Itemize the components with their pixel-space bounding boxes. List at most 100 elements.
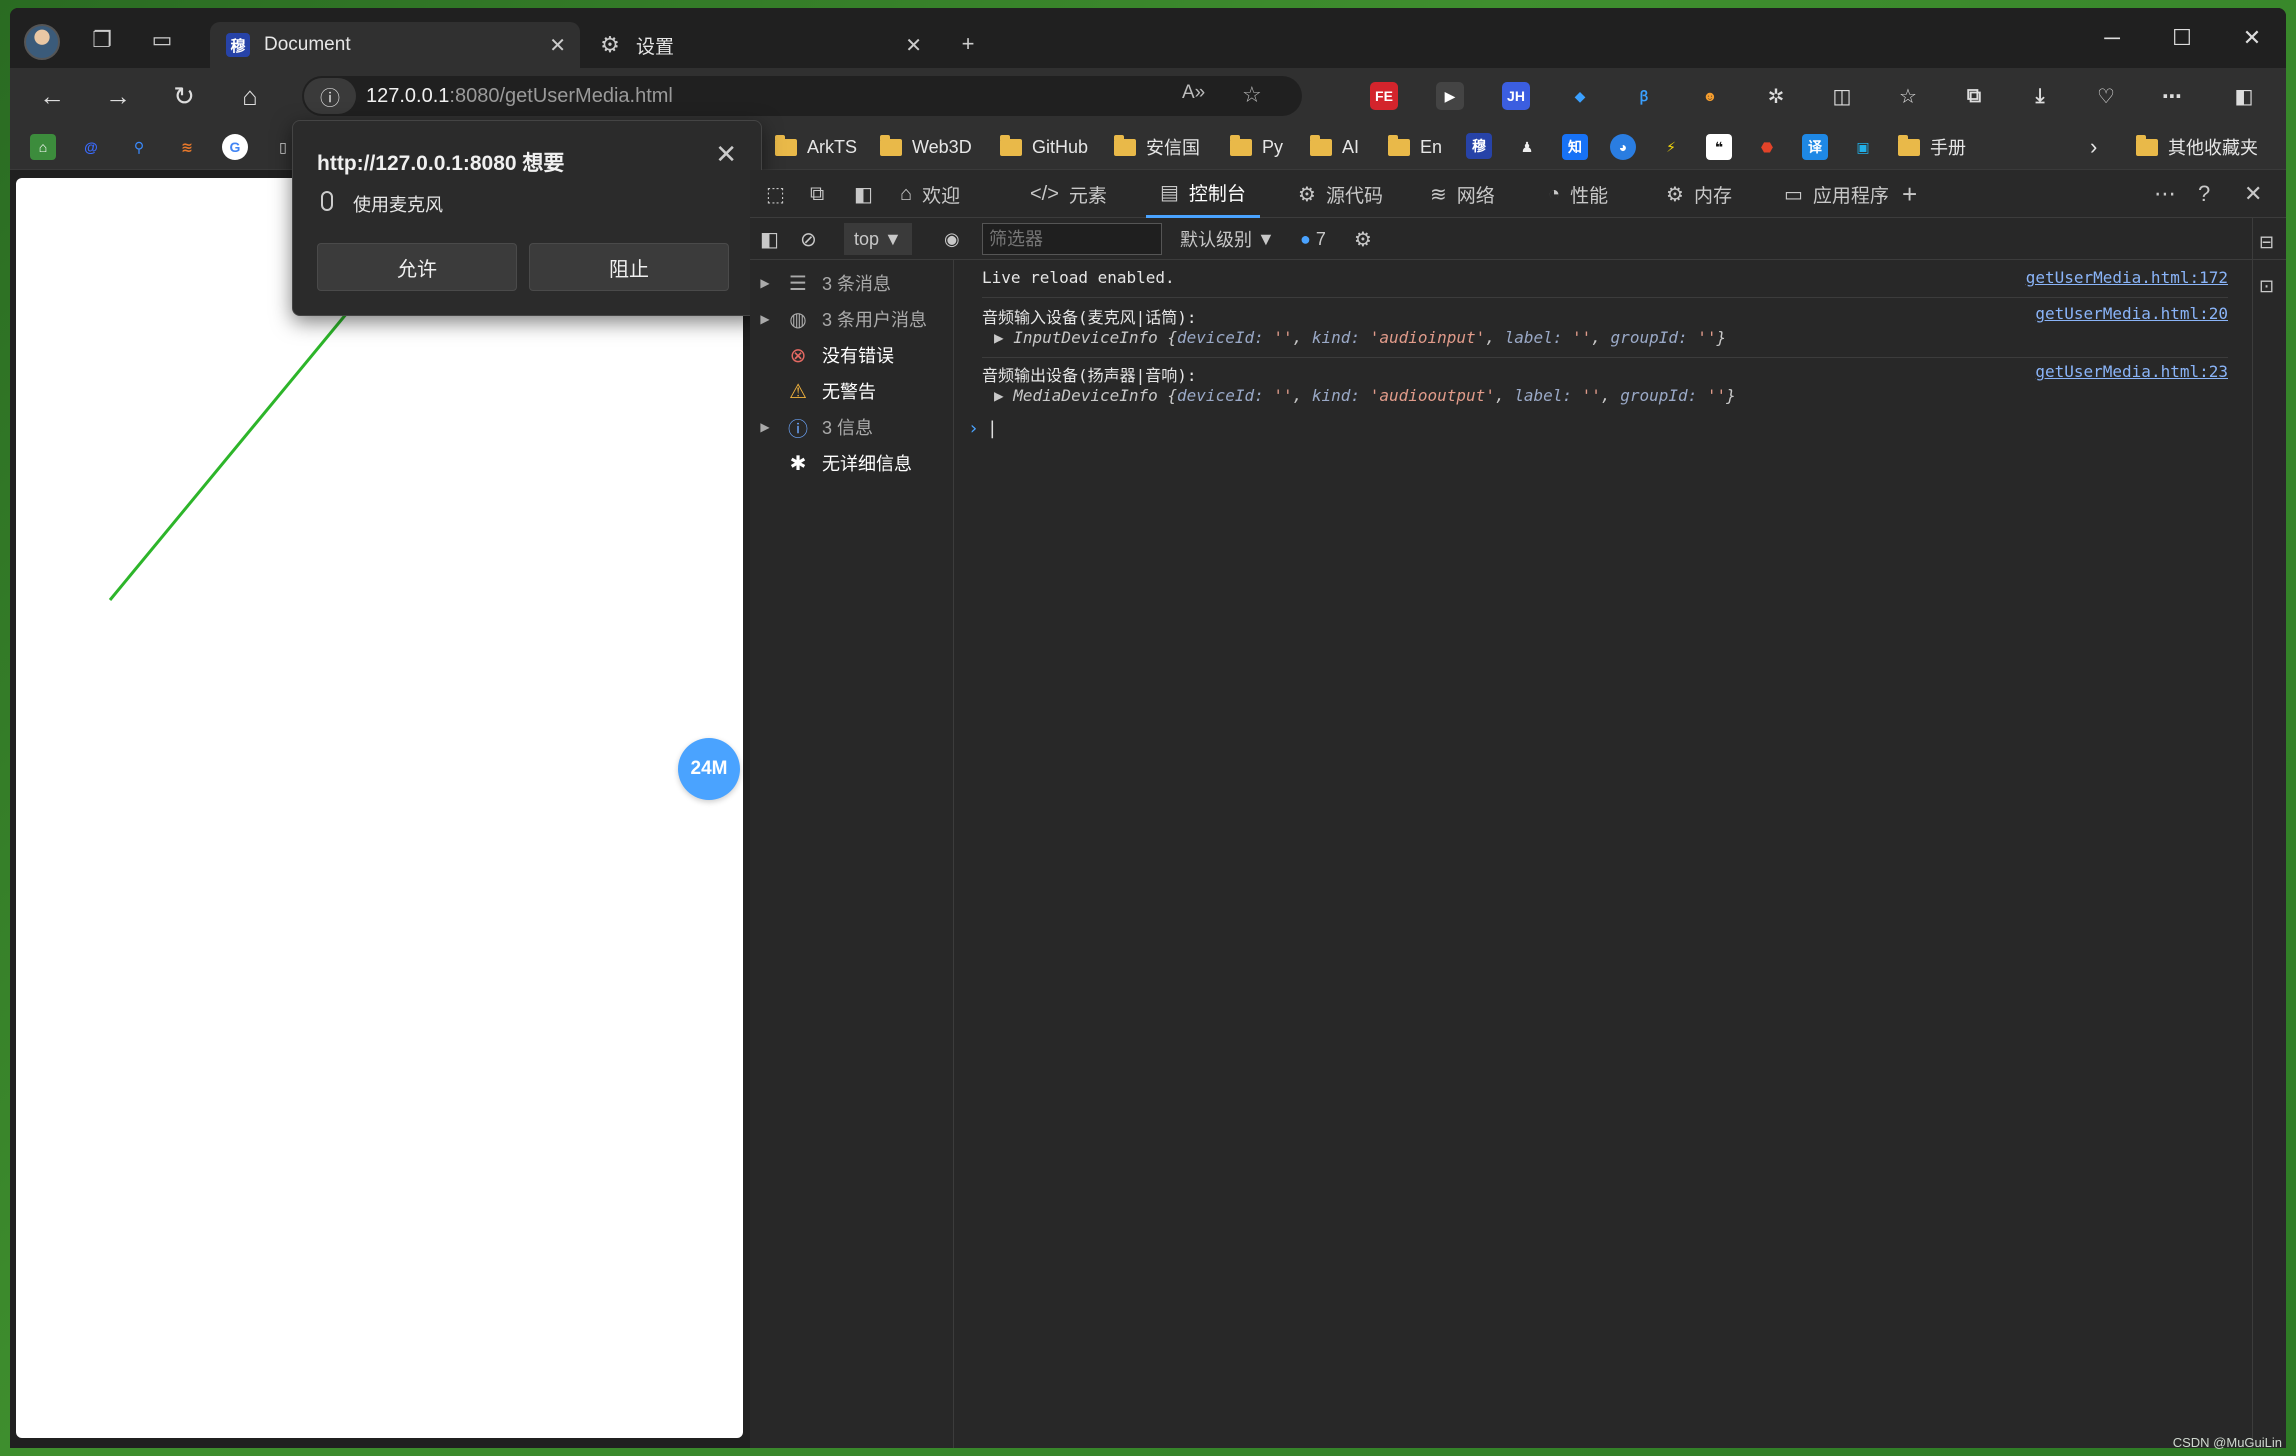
allow-button[interactable]: 允许 <box>317 243 517 291</box>
bookmarks-overflow-icon[interactable]: › <box>2090 132 2097 162</box>
workspaces-icon[interactable]: ❐ <box>80 18 124 62</box>
tab-sources[interactable]: ⚙ 源代码 <box>1298 170 1383 218</box>
tab-document[interactable]: 穆 Document ✕ <box>210 22 580 68</box>
collections-icon[interactable]: ⧉ <box>1960 82 1988 110</box>
source-link[interactable]: getUserMedia.html:20 <box>2035 304 2228 323</box>
filter-input[interactable] <box>982 223 1162 255</box>
bookmark-google-icon[interactable]: G <box>222 134 248 160</box>
sidebar-item-user-messages[interactable]: ▶ ◍ 3 条用户消息 <box>750 302 954 336</box>
more-menu-icon[interactable]: ⋯ <box>2158 82 2186 110</box>
bookmark-home-icon[interactable]: ⌂ <box>30 134 56 160</box>
add-tab-icon[interactable]: + <box>1902 170 1917 218</box>
extension-player-icon[interactable]: ▶ <box>1436 82 1464 110</box>
bookmark-folder[interactable]: Web3D <box>880 132 972 162</box>
device-toolbar-icon[interactable]: ⧉ <box>810 170 834 218</box>
more-menu-icon[interactable]: ⋯ <box>2154 170 2176 218</box>
sidebar-item-info[interactable]: ▶ ⓘ 3 信息 <box>750 410 954 444</box>
bookmark-gitlab-icon[interactable]: ⬣ <box>1754 134 1780 160</box>
read-aloud-icon[interactable]: A» <box>1182 82 1205 104</box>
site-info-icon[interactable]: ⓘ <box>304 78 356 114</box>
sidebar-item-errors[interactable]: ⊗ 没有错误 <box>750 338 954 372</box>
tab-title: Document <box>264 34 351 55</box>
sidebar-item-verbose[interactable]: ✱ 无详细信息 <box>750 446 954 480</box>
block-button[interactable]: 阻止 <box>529 243 729 291</box>
log-levels-select[interactable]: 默认级别 ▼ <box>1180 218 1275 260</box>
tab-memory[interactable]: ⚙ 内存 <box>1666 170 1732 218</box>
tab-network[interactable]: ≋ 网络 <box>1430 170 1495 218</box>
source-link[interactable]: getUserMedia.html:23 <box>2035 362 2228 381</box>
bookmark-person-icon[interactable]: ♟ <box>1514 134 1540 160</box>
settings-gear-icon[interactable]: ⚙ <box>1354 218 1372 260</box>
eye-icon[interactable]: ◉ <box>944 218 960 260</box>
close-icon[interactable]: ✕ <box>549 33 566 58</box>
help-icon[interactable]: ? <box>2198 170 2210 218</box>
tab-settings[interactable]: ⚙ 设置 ✕ <box>582 22 936 68</box>
bookmark-zhihu-icon[interactable]: 知 <box>1562 134 1588 160</box>
lock-icon[interactable]: ⊡ <box>2259 262 2274 310</box>
bookmark-folder[interactable]: 安信国 <box>1114 132 1200 162</box>
favorites-icon[interactable]: ☆ <box>1894 82 1922 110</box>
close-icon[interactable]: ✕ <box>2244 170 2262 218</box>
back-button[interactable]: ← <box>30 74 74 118</box>
sidebar-item-warnings[interactable]: ⚠ 无警告 <box>750 374 954 408</box>
extensions-icon[interactable]: ✲ <box>1762 82 1790 110</box>
close-icon[interactable]: ✕ <box>905 33 922 58</box>
home-button[interactable]: ⌂ <box>228 74 272 118</box>
bookmark-circle-icon[interactable]: ◕ <box>1610 134 1636 160</box>
extension-fe-icon[interactable]: FE <box>1370 82 1398 110</box>
bookmark-folder[interactable]: AI <box>1310 132 1359 162</box>
bookmark-stack-icon[interactable]: ≋ <box>174 134 200 160</box>
bookmark-folder[interactable]: En <box>1388 132 1442 162</box>
bookmark-e-icon[interactable]: @ <box>78 134 104 160</box>
favorite-star-icon[interactable]: ☆ <box>1242 82 1262 108</box>
issues-counter[interactable]: ● 7 <box>1300 218 1326 260</box>
object-preview[interactable]: ▶ MediaDeviceInfo {deviceId: '', kind: '… <box>994 386 2228 405</box>
tab-welcome[interactable]: ⌂ 欢迎 <box>900 170 960 218</box>
refresh-button[interactable]: ↻ <box>162 74 206 118</box>
extension-ai-icon[interactable]: ꞵ <box>1630 82 1658 110</box>
bookmark-folder[interactable]: 手册 <box>1898 132 1966 162</box>
clear-console-icon[interactable]: ⊘ <box>800 218 817 260</box>
tab-console[interactable]: ▤ 控制台 <box>1146 170 1260 218</box>
extension-monkey-icon[interactable]: ☻ <box>1696 82 1724 110</box>
bookmark-other-folder[interactable]: 其他收藏夹 <box>2136 132 2258 162</box>
tab-performance[interactable]: ◔ 性能 <box>1548 170 1608 218</box>
bookmark-chat-icon[interactable]: ❝ <box>1706 134 1732 160</box>
object-preview[interactable]: ▶ InputDeviceInfo {deviceId: '', kind: '… <box>994 328 2228 347</box>
download-icon[interactable]: ⤓ <box>2026 82 2054 110</box>
bookmark-folder[interactable]: GitHub <box>1000 132 1088 162</box>
maximize-button[interactable]: ☐ <box>2160 20 2204 56</box>
extension-jh-icon[interactable]: JH <box>1502 82 1530 110</box>
sidebar-toggle-icon[interactable]: ◧ <box>760 218 779 260</box>
split-screen-icon[interactable]: ◫ <box>1828 82 1856 110</box>
bookmark-tv-icon[interactable]: ▣ <box>1850 134 1876 160</box>
close-icon[interactable]: ✕ <box>715 139 737 170</box>
dock-icon[interactable]: ◧ <box>854 170 883 218</box>
bookmark-folder[interactable]: Py <box>1230 132 1283 162</box>
bookmark-search-icon[interactable]: ⚲ <box>126 134 152 160</box>
tab-application[interactable]: ▭ 应用程序 <box>1784 170 1889 218</box>
profile-avatar[interactable] <box>24 24 60 60</box>
bookmark-translate-icon[interactable]: 译 <box>1802 134 1828 160</box>
tab-elements[interactable]: </> 元素 <box>1030 170 1107 218</box>
bookmark-bolt-icon[interactable]: ⚡ <box>1658 134 1684 160</box>
bookmark-folder[interactable]: ArkTS <box>775 132 857 162</box>
page-viewport[interactable] <box>16 178 743 1438</box>
inspect-icon[interactable]: ⬚ <box>766 170 795 218</box>
minimize-button[interactable]: ─ <box>2090 20 2134 56</box>
new-tab-button[interactable]: + <box>946 22 990 66</box>
console-prompt[interactable]: › | <box>968 418 998 439</box>
source-link[interactable]: getUserMedia.html:172 <box>2026 268 2228 287</box>
sidebar-item-messages[interactable]: ▶ ☰ 3 条消息 <box>750 266 954 300</box>
address-bar[interactable]: ⓘ 127.0.0.1:8080/getUserMedia.html ☆ A» <box>302 76 1302 116</box>
sidebar-toggle-icon[interactable]: ◧ <box>2230 82 2258 110</box>
memory-bubble[interactable]: 24M <box>678 738 740 800</box>
bookmark-mu-icon[interactable]: 穆 <box>1466 133 1492 159</box>
panel-layout-icon[interactable]: ⊟ <box>2259 218 2274 266</box>
context-select[interactable]: top ▼ <box>844 223 912 255</box>
forward-button[interactable]: → <box>96 74 140 118</box>
tab-actions-icon[interactable]: ▭ <box>140 18 184 62</box>
health-icon[interactable]: ♡ <box>2092 82 2120 110</box>
close-window-button[interactable]: ✕ <box>2230 20 2274 56</box>
extension-gem-icon[interactable]: ◆ <box>1566 82 1594 110</box>
